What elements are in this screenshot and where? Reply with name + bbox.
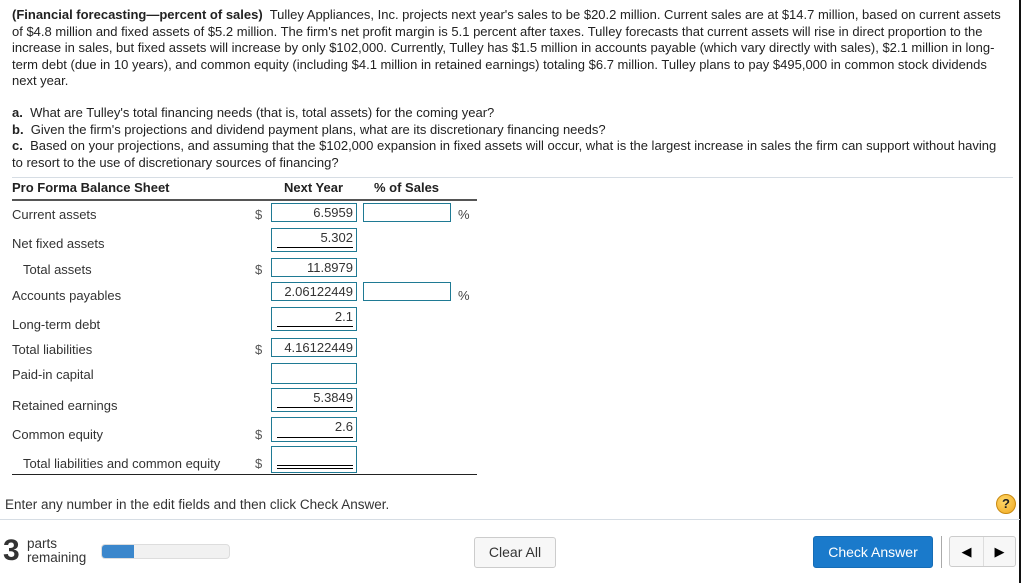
question-b: b. Given the firm's projections and divi… [12,122,1002,139]
header-next-year: Next Year [284,180,344,195]
question-text: Given the firm's projections and dividen… [30,121,606,137]
row-total-assets: Total assets $ 11.8979 [12,258,477,284]
current-assets-pct-input[interactable] [363,203,451,222]
question-letter: a. [12,105,23,120]
previous-arrow-icon[interactable]: ◀ [950,537,984,566]
input-value: 6.5959 [313,205,353,220]
percent-sign: % [458,207,470,222]
common-equity-input[interactable]: 2.6 [271,417,357,442]
row-accounts-payables: Accounts payables 2.06122449 % [12,282,477,308]
problem-title: (Financial forecasting—percent of sales) [12,7,263,22]
current-assets-input[interactable]: 6.5959 [271,203,357,222]
row-label: Retained earnings [12,398,118,413]
input-value: 2.6 [334,419,353,434]
question-text: Based on your projections, and assuming … [12,138,997,170]
next-arrow-icon[interactable]: ▶ [983,537,1016,566]
row-paid-in-capital: Paid-in capital [12,363,477,389]
question-letter: c. [12,138,23,154]
question-text: What are Tulley's total financing needs … [30,105,495,120]
total-liabilities-input[interactable]: 4.16122449 [271,338,357,357]
parts-remaining-label: parts remaining [27,537,86,565]
input-value: 4.16122449 [284,340,353,355]
input-value: 5.3849 [313,390,353,405]
net-fixed-assets-input[interactable]: 5.302 [271,228,357,252]
row-label: Current assets [12,207,97,222]
table-bottom-rule [12,474,477,475]
paid-in-capital-input[interactable] [271,363,357,384]
dollar-sign: $ [255,427,263,442]
help-icon[interactable]: ? [996,494,1016,514]
instruction-text: Enter any number in the edit fields and … [5,497,390,512]
underline [277,247,353,248]
row-current-assets: Current assets $ 6.5959 % [12,203,477,229]
dollar-sign: $ [255,456,263,471]
remaining-label: remaining [27,550,87,565]
row-label: Total assets [23,262,92,277]
double-underline [277,465,353,469]
accounts-payables-pct-input[interactable] [363,282,451,301]
question-c: c. Based on your projections, and assumi… [12,138,1002,171]
header-pct-sales: % of Sales [374,180,440,195]
row-total-liabilities: Total liabilities $ 4.16122449 [12,338,477,364]
row-label: Paid-in capital [12,367,94,382]
question-letter: b. [12,121,24,137]
dollar-sign: $ [255,342,263,357]
question-navigation: ◀ ▶ [949,536,1016,567]
row-label: Long-term debt [12,317,101,332]
row-label: Common equity [12,427,104,442]
row-long-term-debt: Long-term debt 2.1 [12,307,477,333]
row-net-fixed-assets: Net fixed assets 5.302 [12,228,477,254]
clear-all-button[interactable]: Clear All [474,537,556,568]
parts-remaining-count: 3 [3,534,20,567]
row-retained-earnings: Retained earnings 5.3849 [12,388,477,414]
row-label: Total liabilities [12,342,93,357]
percent-sign: % [458,288,470,303]
row-total-liabilities-and-equity: Total liabilities and common equity $ [12,446,477,473]
table-header: Pro Forma Balance Sheet Next Year % of S… [12,178,477,201]
input-value: 5.302 [320,230,353,245]
long-term-debt-input[interactable]: 2.1 [271,307,357,331]
row-label: Net fixed assets [12,236,105,251]
retained-earnings-input[interactable]: 5.3849 [271,388,357,412]
total-liabilities-equity-input[interactable] [271,446,357,473]
underline [277,326,353,327]
problem-statement: (Financial forecasting—percent of sales)… [12,7,1002,90]
window-edge [1019,0,1021,583]
dollar-sign: $ [255,262,263,277]
underline [277,437,353,438]
accounts-payables-input[interactable]: 2.06122449 [271,282,357,301]
row-label: Total liabilities and common equity [23,456,221,471]
input-value: 2.06122449 [284,284,353,299]
row-common-equity: Common equity $ 2.6 [12,417,477,443]
dollar-sign: $ [255,207,263,222]
progress-fill [102,545,134,558]
input-value: 2.1 [334,309,353,324]
header-label: Pro Forma Balance Sheet [12,180,170,195]
questions-list: a. What are Tulley's total financing nee… [12,105,1002,171]
underline [277,407,353,408]
divider [0,519,1020,520]
input-value: 11.8979 [306,260,353,275]
pro-forma-balance-sheet: Pro Forma Balance Sheet Next Year % of S… [12,178,477,475]
row-label: Accounts payables [12,288,122,303]
parts-label: parts [27,536,58,551]
parts-progress-bar [101,544,230,559]
divider [941,536,942,568]
question-a: a. What are Tulley's total financing nee… [12,105,1002,122]
total-assets-input[interactable]: 11.8979 [271,258,357,277]
check-answer-button[interactable]: Check Answer [813,536,933,568]
